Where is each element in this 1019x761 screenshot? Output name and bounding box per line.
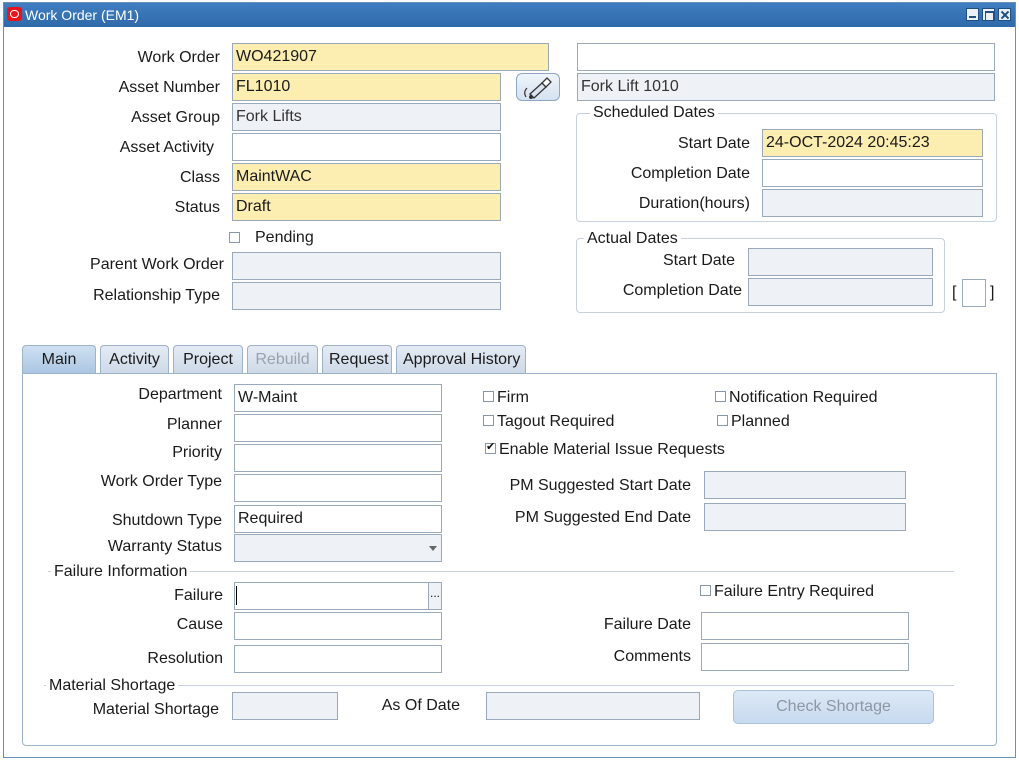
parent-work-order-label: Parent Work Order <box>90 256 224 273</box>
duration-label: Duration(hours) <box>638 195 750 212</box>
pm-suggested-end-field <box>704 503 906 531</box>
duration-field <box>762 189 983 217</box>
planned-checkbox[interactable] <box>717 415 728 426</box>
cause-field[interactable] <box>234 612 442 640</box>
failure-date-label: Failure Date <box>603 616 691 633</box>
comments-label: Comments <box>613 648 691 665</box>
pm-suggested-start-label: PM Suggested Start Date <box>509 477 691 494</box>
tab-activity[interactable]: Activity <box>100 345 169 374</box>
tab-rebuild[interactable]: Rebuild <box>247 345 318 374</box>
class-label: Class <box>179 169 220 186</box>
work-order-type-label: Work Order Type <box>100 473 222 490</box>
failure-lov-button[interactable]: ... <box>428 582 442 610</box>
scheduled-start-field[interactable]: 24-OCT-2024 20:45:23 <box>762 129 983 157</box>
failure-entry-required-checkbox[interactable] <box>700 585 711 596</box>
bracket-open: [ <box>952 284 957 301</box>
flashlight-icon <box>524 77 552 99</box>
priority-label: Priority <box>172 444 222 461</box>
resolution-field[interactable] <box>234 645 442 673</box>
text-cursor <box>236 586 237 605</box>
failure-date-field[interactable] <box>701 612 909 640</box>
maximize-icon[interactable] <box>982 8 995 21</box>
parent-work-order-field <box>232 252 501 280</box>
oracle-logo-icon <box>7 7 22 21</box>
pm-suggested-end-label: PM Suggested End Date <box>514 509 691 526</box>
comments-field[interactable] <box>701 643 909 671</box>
asset-activity-label: Asset Activity <box>119 139 214 156</box>
failure-info-legend: Failure Information <box>51 563 191 581</box>
bracket-close: ] <box>990 284 995 301</box>
enable-material-issue-checkbox[interactable] <box>485 440 496 454</box>
check-shortage-button[interactable]: Check Shortage <box>733 690 934 724</box>
enable-material-issue-label: Enable Material Issue Requests <box>499 441 725 458</box>
tab-request[interactable]: Request <box>322 345 392 374</box>
work-order-description-field[interactable] <box>577 43 995 71</box>
status-field[interactable]: Draft <box>232 193 501 221</box>
relationship-type-field <box>232 282 501 310</box>
actual-completion-field <box>748 278 933 306</box>
warranty-status-label: Warranty Status <box>107 538 222 555</box>
descriptive-flexfield[interactable] <box>962 279 986 307</box>
minimize-icon[interactable] <box>966 8 979 21</box>
actual-completion-label: Completion Date <box>622 282 742 299</box>
shutdown-type-label: Shutdown Type <box>111 512 222 529</box>
scheduled-dates-legend: Scheduled Dates <box>590 104 718 122</box>
material-shortage-legend: Material Shortage <box>46 677 179 695</box>
actual-start-field <box>748 248 933 276</box>
chevron-down-icon <box>429 546 437 551</box>
planner-field[interactable] <box>234 414 442 442</box>
window-title: Work Order (EM1) <box>25 7 140 23</box>
work-order-field[interactable]: WO421907 <box>232 43 549 71</box>
priority-field[interactable] <box>234 444 442 472</box>
tab-main[interactable]: Main <box>22 345 96 375</box>
work-order-label: Work Order <box>137 49 220 66</box>
failure-label: Failure <box>174 587 223 604</box>
material-shortage-field <box>232 692 338 720</box>
department-field[interactable]: W-Maint <box>234 384 442 412</box>
planned-label: Planned <box>731 413 790 430</box>
resolution-label: Resolution <box>147 650 223 667</box>
tab-project[interactable]: Project <box>173 345 243 374</box>
relationship-type-label: Relationship Type <box>93 287 220 304</box>
shutdown-type-field[interactable]: Required <box>234 505 442 533</box>
material-shortage-separator <box>44 685 954 686</box>
pm-suggested-start-field <box>704 471 906 499</box>
failure-entry-required-label: Failure Entry Required <box>714 583 875 600</box>
actual-dates-legend: Actual Dates <box>584 230 681 248</box>
department-label: Department <box>138 386 222 403</box>
asset-group-field: Fork Lifts <box>232 103 501 131</box>
close-icon[interactable] <box>998 8 1011 21</box>
firm-label: Firm <box>497 389 529 406</box>
scheduled-completion-field[interactable] <box>762 159 983 187</box>
asset-number-label: Asset Number <box>118 79 220 96</box>
warranty-status-select[interactable] <box>234 534 442 562</box>
asset-description-field: Fork Lift 1010 <box>577 73 995 101</box>
as-of-date-field <box>486 692 700 720</box>
status-label: Status <box>174 199 220 216</box>
material-shortage-label: Material Shortage <box>92 701 219 718</box>
asset-activity-field[interactable] <box>232 133 501 161</box>
flashlight-button[interactable] <box>516 73 560 101</box>
title-bar[interactable]: Work Order (EM1) <box>4 3 1015 27</box>
scheduled-completion-label: Completion Date <box>630 165 750 182</box>
asset-group-label: Asset Group <box>131 109 220 126</box>
planner-label: Planner <box>166 416 222 433</box>
actual-start-label: Start Date <box>662 252 735 269</box>
tagout-required-label: Tagout Required <box>497 413 615 430</box>
tagout-required-checkbox[interactable] <box>483 415 494 426</box>
notification-required-label: Notification Required <box>729 389 878 406</box>
asset-number-field[interactable]: FL1010 <box>232 73 501 101</box>
as-of-date-label: As Of Date <box>381 697 460 714</box>
notification-required-checkbox[interactable] <box>715 391 726 402</box>
failure-field[interactable] <box>234 582 429 610</box>
cause-label: Cause <box>176 616 223 633</box>
scheduled-start-label: Start Date <box>677 135 750 152</box>
work-order-type-field[interactable] <box>234 474 442 502</box>
pending-label: Pending <box>255 229 314 246</box>
class-field[interactable]: MaintWAC <box>232 163 501 191</box>
pending-checkbox[interactable] <box>229 232 240 243</box>
tab-approval-history[interactable]: Approval History <box>396 345 526 374</box>
firm-checkbox[interactable] <box>483 391 494 402</box>
